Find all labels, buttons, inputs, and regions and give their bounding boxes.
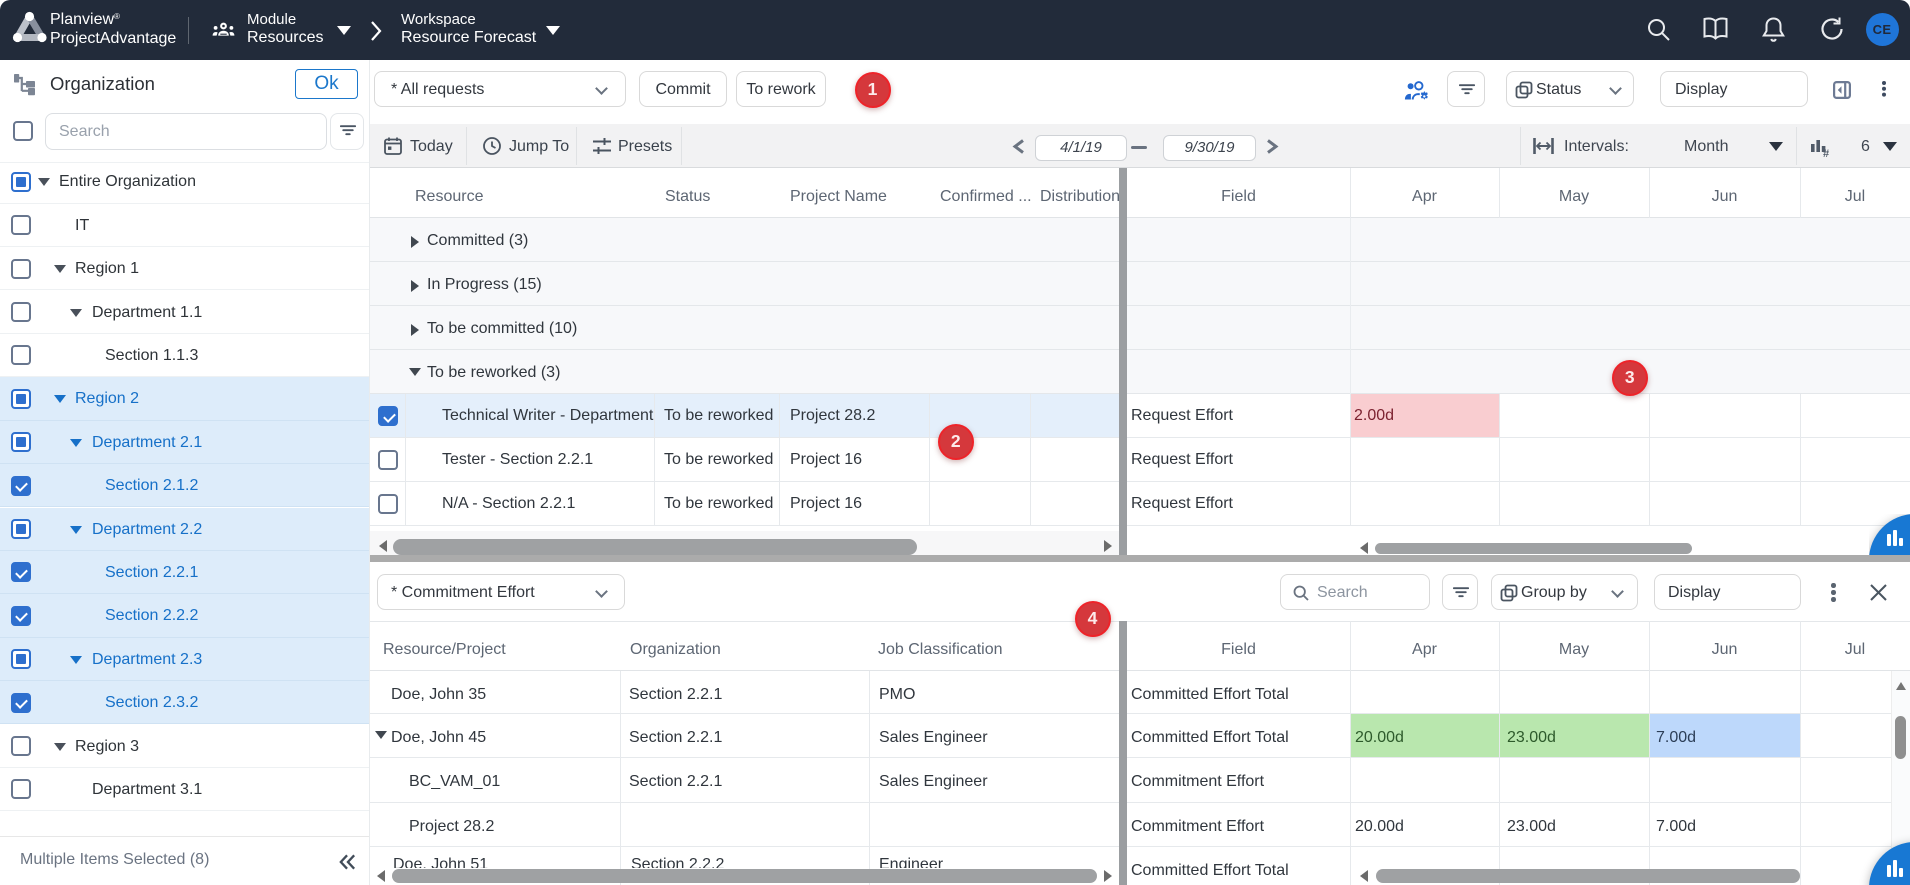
svg-text:#: # xyxy=(1823,148,1829,158)
